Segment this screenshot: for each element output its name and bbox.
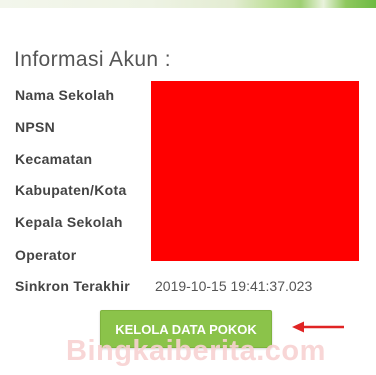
section-title: Informasi Akun :: [14, 48, 171, 71]
field-label-npsn: NPSN: [15, 119, 56, 135]
redacted-values-block: [151, 81, 359, 261]
top-banner-image: [0, 0, 376, 8]
annotation-arrow-icon: [292, 321, 344, 333]
field-label-kabupaten-kota: Kabupaten/Kota: [15, 182, 127, 198]
sync-timestamp: 2019-10-15 19:41:37.023: [155, 278, 313, 294]
field-label-operator: Operator: [15, 247, 77, 263]
field-label-kecamatan: Kecamatan: [15, 151, 93, 167]
field-label-nama-sekolah: Nama Sekolah: [15, 87, 115, 103]
field-label-kepala-sekolah: Kepala Sekolah: [15, 214, 123, 230]
field-label-sinkron-terakhir: Sinkron Terakhir: [15, 278, 131, 294]
watermark-text: Bingkaiberita.com: [66, 335, 326, 367]
